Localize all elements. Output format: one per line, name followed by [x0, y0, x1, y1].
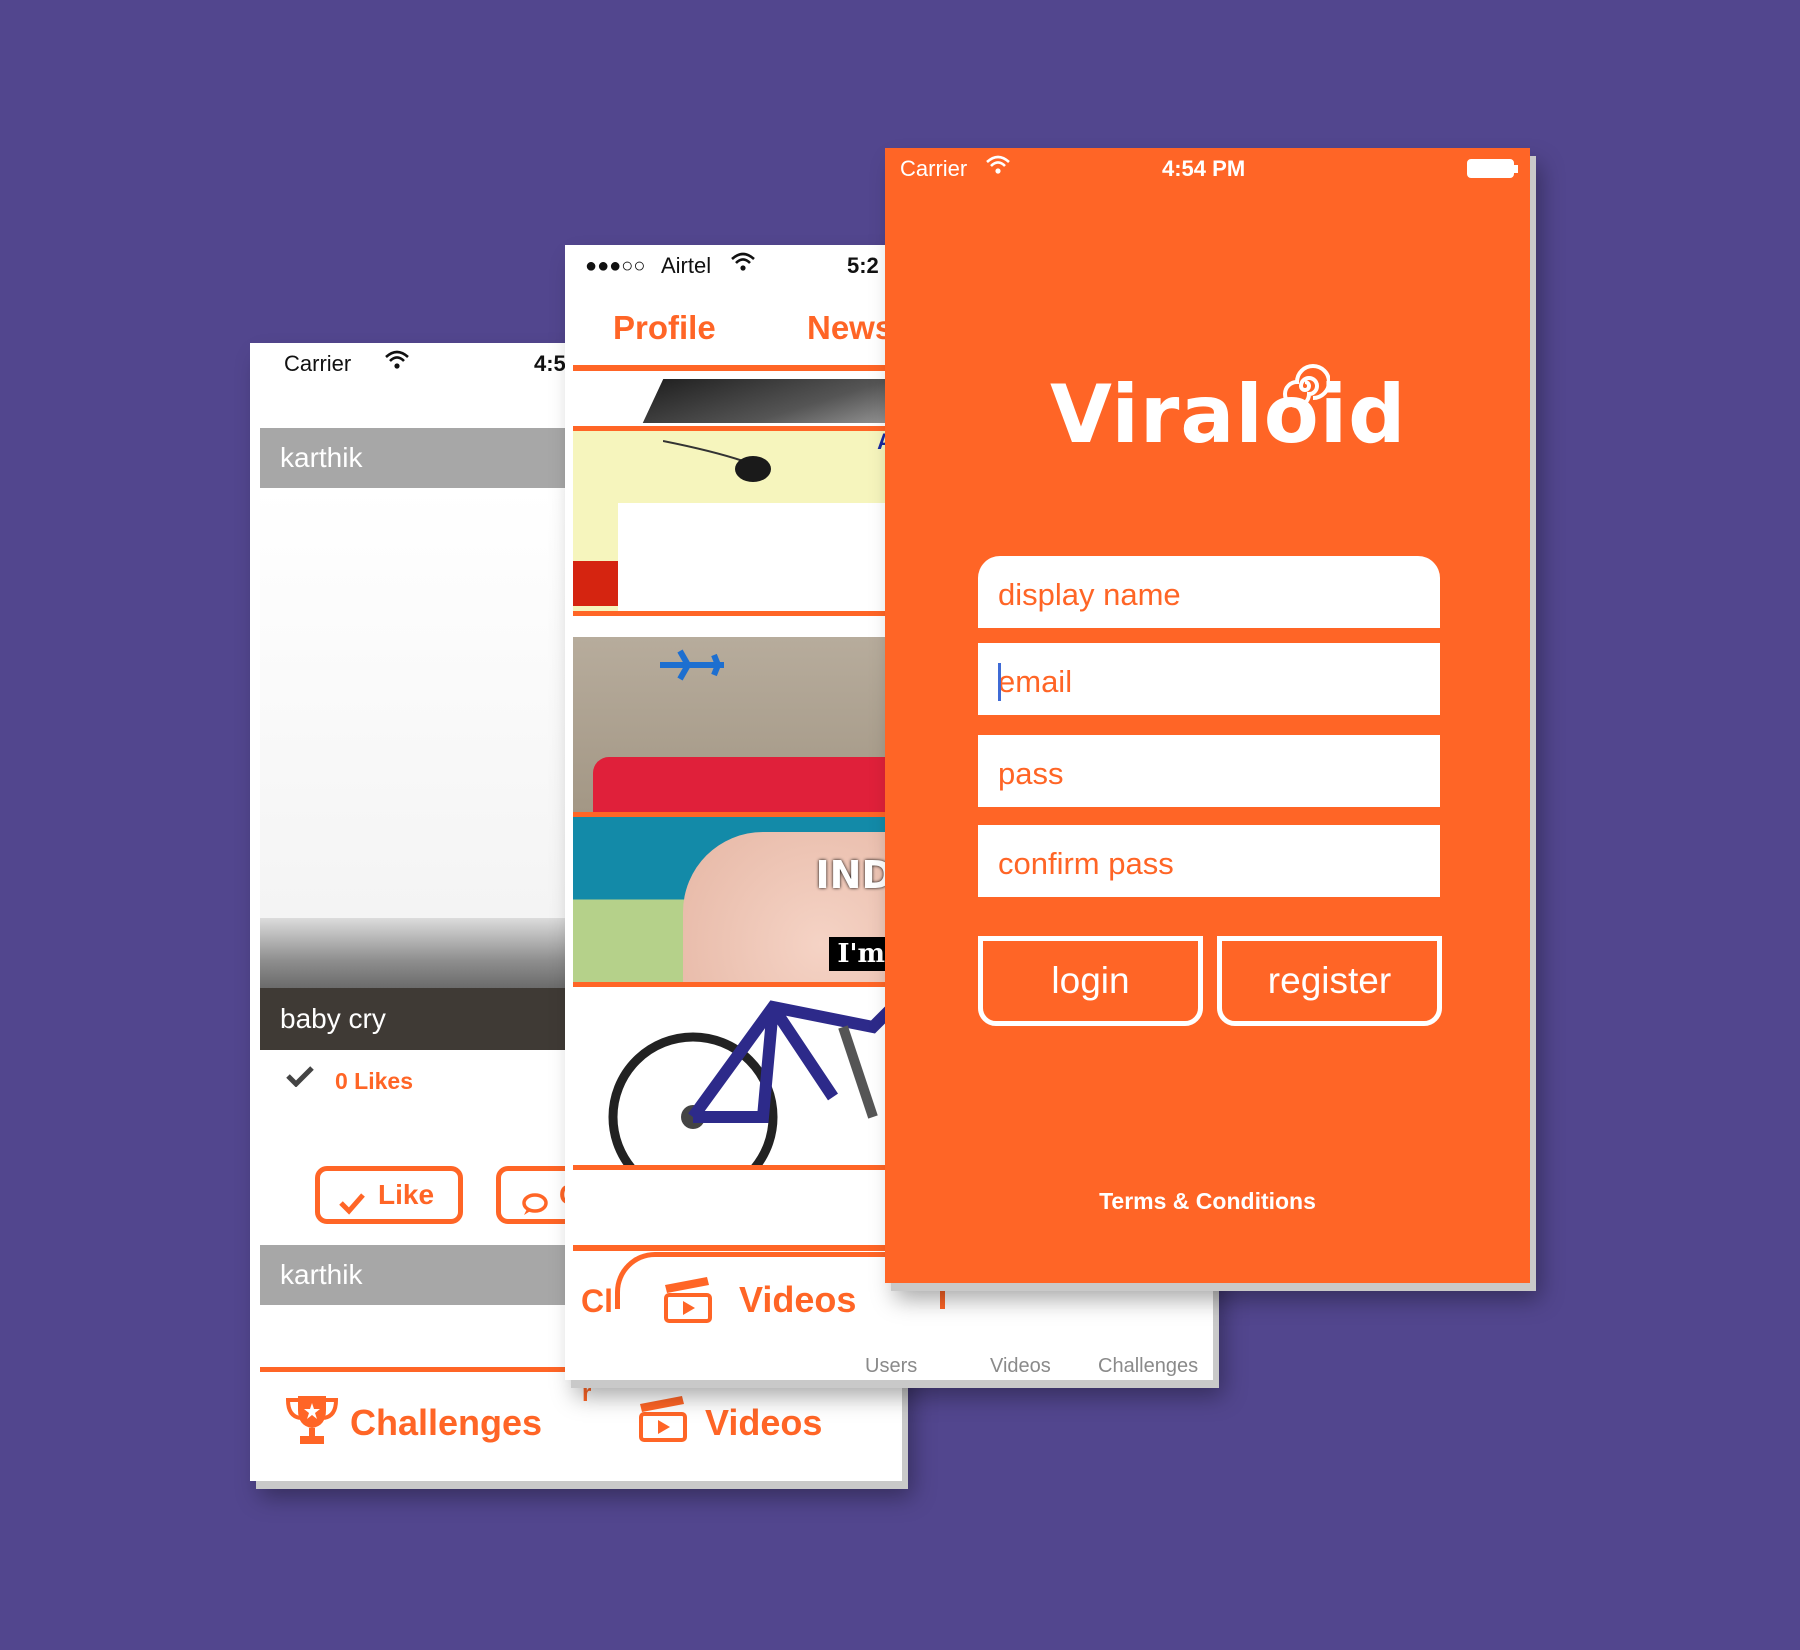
- partial-tab-label: Cl: [581, 1283, 613, 1319]
- display-name-input[interactable]: display name: [978, 556, 1440, 634]
- email-placeholder: email: [998, 664, 1073, 699]
- tab-videos-small[interactable]: Videos: [990, 1355, 1051, 1378]
- news-thumbnail-bicycle[interactable]: [573, 987, 893, 1170]
- laptop-image: [642, 379, 893, 423]
- clapperboard-icon: [638, 1394, 688, 1447]
- like-button-label: Like: [378, 1179, 435, 1210]
- wifi-icon: [730, 251, 756, 279]
- news-thumbnail-mouse[interactable]: A: [573, 431, 893, 616]
- check-icon: [338, 1182, 366, 1230]
- post-username: karthik: [280, 442, 363, 473]
- airplane-icon: [660, 649, 724, 681]
- spiral-icon: [1280, 361, 1331, 416]
- confirm-password-input[interactable]: confirm pass: [978, 825, 1440, 903]
- tab-profile[interactable]: Profile: [613, 309, 716, 347]
- password-input[interactable]: pass: [978, 735, 1440, 813]
- clock: 5:2: [847, 253, 879, 278]
- white-block: [618, 503, 893, 611]
- news-thumbnail-chair[interactable]: [573, 637, 893, 817]
- tab-challenges-small[interactable]: Challenges: [1098, 1355, 1198, 1378]
- register-screen: Carrier 4:54 PM Viraloid display name em…: [885, 148, 1530, 1283]
- register-button[interactable]: register: [1217, 936, 1442, 1026]
- tab-users[interactable]: Users: [865, 1355, 917, 1378]
- news-thumbnail-meme[interactable]: IND I'm: [573, 817, 893, 987]
- tab-videos[interactable]: Videos: [705, 1402, 822, 1444]
- app-logo: Viraloid: [1050, 368, 1407, 461]
- partial-tab-label: r: [582, 1380, 592, 1407]
- carrier-label: Carrier: [900, 156, 968, 181]
- red-chair: [593, 757, 893, 812]
- mouse-icon: [663, 440, 771, 482]
- clapperboard-icon: [663, 1275, 713, 1328]
- email-input[interactable]: email: [978, 643, 1440, 721]
- trophy-icon: [284, 1394, 340, 1451]
- wifi-icon: [384, 349, 410, 377]
- clock: 4:54 PM: [1162, 156, 1246, 181]
- bottom-tab-bar: Challenges r Videos: [260, 1367, 902, 1481]
- meme-text-top: IND: [815, 853, 893, 897]
- post-caption: baby cry: [280, 1003, 386, 1034]
- bicycle-image: [608, 998, 893, 1165]
- wifi-icon: [985, 154, 1011, 182]
- carrier-label: Carrier: [284, 351, 352, 376]
- news-thumbnail-laptop[interactable]: [573, 371, 893, 431]
- check-icon: [286, 1065, 314, 1092]
- signal-indicator: ●●●○○: [585, 255, 646, 277]
- comment-icon: [521, 1183, 549, 1231]
- tab-videos[interactable]: Videos: [739, 1279, 856, 1321]
- terms-link[interactable]: Terms & Conditions: [885, 1188, 1530, 1215]
- tab-bar-border: [573, 1245, 893, 1251]
- post-username: karthik: [280, 1259, 363, 1290]
- login-button[interactable]: login: [978, 936, 1203, 1026]
- meme-text-bottom: I'm: [829, 937, 893, 971]
- likes-count: 0 Likes: [335, 1068, 413, 1094]
- clock: 4:5: [534, 351, 566, 376]
- tab-news[interactable]: News: [807, 309, 893, 347]
- like-button[interactable]: Like: [315, 1166, 463, 1224]
- tab-challenges[interactable]: Challenges: [350, 1402, 542, 1444]
- status-bar: Carrier 4:54 PM: [885, 148, 1530, 188]
- red-block: [573, 561, 618, 606]
- battery-icon: [1467, 159, 1519, 185]
- carrier-label: Airtel: [661, 253, 712, 278]
- text-cursor: [998, 663, 1001, 701]
